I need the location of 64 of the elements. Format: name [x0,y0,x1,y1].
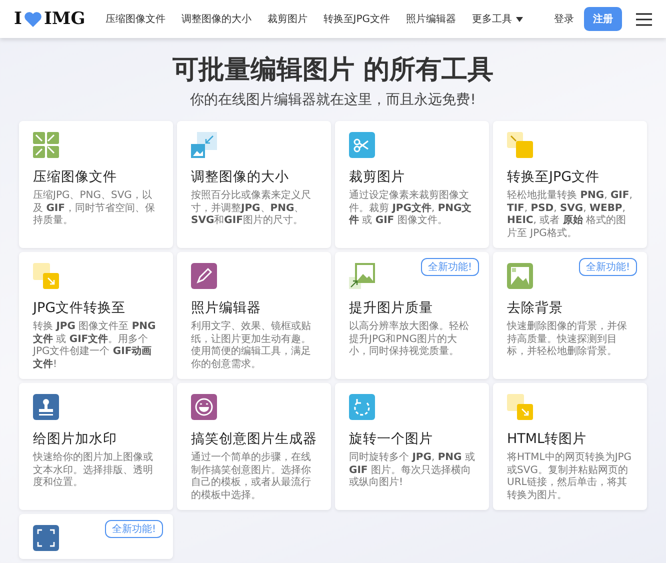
tool-title: 搞笑创意图片生成器 [191,430,317,448]
tool-card[interactable]: JPG文件转换至 转换 JPG 图像文件至 PNG文件 或 GIF文件。用多个JPG文件创建一个 GIF动画文件! [19,252,173,379]
tool-title: 裁剪图片 [349,168,406,186]
nav-link[interactable]: 裁剪图片 [267,12,308,26]
tool-title: 照片编辑器 [191,299,262,317]
tool-card[interactable]: 压缩图像文件 压缩JPG、PNG、SVG，以及 GIF，同时节省空间、保持质量。 [19,121,173,248]
nav-link[interactable]: 照片编辑器 [406,12,456,26]
tool-description: 利用文字、效果、镜框或贴纸，让图片更加生动有趣。使用简便的编辑工具，满足你的创意需求。 [191,321,312,371]
tool-description: 轻松地批量转换 PNG, GIF, TIF, PSD, SVG, WEBP, HEIC, 或者 原始 格式的图片至 JPG格式。 [507,190,633,240]
tool-title: 旋转一个图片 [349,430,434,448]
tool-description: 以高分辨率放大图像。轻松提升JPG和PNG图片的大小，同时保持视觉质量。 [349,321,470,358]
tool-description: 快速给你的图片加上图像或文本水印。选择排版、透明度和位置。 [33,452,154,490]
nav-link[interactable]: 转换至JPG文件 [323,12,390,26]
page-subtitle: 你的在线图片编辑器就在这里，而且永远免费! [190,91,476,109]
heart-icon [24,11,42,27]
tool-description: 快速删除图像的背景，并保持高质量。快速探测到目标，并轻松地删除背景。 [507,321,628,358]
tool-card[interactable]: 旋转一个图片 同时旋转多个 JPG, PNG 或 GIF 图片。每次只选择横向或纵向图片! [335,383,489,510]
new-feature-tag: 全新功能! [104,520,163,538]
new-feature-tag: 全新功能! [578,258,637,276]
login-link[interactable]: 登录 [554,12,574,26]
pencil-icon [191,263,217,289]
tool-card[interactable]: HTML转图片 将HTML中的网页转换为JPG或SVG。复制并粘贴网页的URL链接，然后单击，将其转换为图片。 [493,383,647,510]
tool-card[interactable]: 全新功能! 去除背景 快速删除图像的背景，并保持高质量。快速探测到目标，并轻松地删除背景。 [493,252,647,379]
face-scan-icon [33,525,59,551]
logo[interactable]: I IMG [14,9,86,29]
tool-description: 将HTML中的网页转换为JPG或SVG。复制并粘贴网页的URL链接，然后单击，将其转换为图片。 [507,452,633,502]
smiley-icon [191,394,217,420]
new-feature-tag: 全新功能! [420,258,479,276]
tool-card[interactable]: 裁剪图片 通过设定像素来裁剪图像文件。裁剪 JPG文件, PNG文件 或 GIF 图像文件。 [335,121,489,248]
tool-description: 通过设定像素来裁剪图像文件。裁剪 JPG文件, PNG文件 或 GIF 图像文件。 [349,190,473,228]
tool-title: 压缩图像文件 [33,168,118,186]
stamp-icon [33,394,59,420]
tool-description: 同时旋转多个 JPG, PNG 或 GIF 图片。每次只选择横向或纵向图片! [349,452,475,490]
rotate-icon [349,394,375,420]
image-icon [507,263,533,289]
tool-title: 提升图片质量 [349,299,434,317]
nav-link[interactable]: 调整图像的大小 [181,12,252,26]
page-title: 可批量编辑图片 的所有工具 [172,54,494,87]
convert-icon [33,263,59,289]
nav-link[interactable]: 更多工具 [472,12,523,26]
convert-icon [507,394,533,420]
scissors-icon [349,132,375,158]
tool-description: 按照百分比或像素来定义尺寸，并调整JPG、PNG、SVG和GIF图片的尺寸。 [191,190,312,228]
tool-card[interactable]: 转换至JPG文件 轻松地批量转换 PNG, GIF, TIF, PSD, SVG, WEBP, HEIC, 或者 原始 格式的图片至 JPG格式。 [493,121,647,248]
tool-description: 压缩JPG、PNG、SVG，以及 GIF，同时节省空间、保持质量。 [33,190,156,228]
tool-title: 去除背景 [507,299,564,317]
tool-card[interactable]: 照片编辑器 利用文字、效果、镜框或贴纸，让图片更加生动有趣。使用简便的编辑工具，满足你的创意需求。 [177,252,331,379]
nav-link[interactable]: 压缩图像文件 [105,12,166,26]
tool-title: 转换至JPG文件 [507,168,601,186]
tool-description: 通过一个简单的步骤，在线制作搞笑创意图片。选择你自己的模板，或者从最流行的模板中选择。 [191,452,312,502]
tool-title: 给图片加水印 [33,430,118,448]
tool-title: 调整图像的大小 [191,168,290,186]
tool-card[interactable]: 全新功能! 提升图片质量 以高分辨率放大图像。轻松提升JPG和PNG图片的大小，同时保持视觉质量。 [335,252,489,379]
tool-card[interactable]: 给图片加水印 快速给你的图片加上图像或文本水印。选择排版、透明度和位置。 [19,383,173,510]
menu-icon[interactable] [636,12,652,26]
tool-title: HTML转图片 [507,430,588,448]
convert-icon [507,132,533,158]
compress-icon [33,132,59,158]
tool-card[interactable]: 调整图像的大小 按照百分比或像素来定义尺寸，并调整JPG、PNG、SVG和GIF图片的尺寸。 [177,121,331,248]
tool-card[interactable]: 搞笑创意图片生成器 通过一个简单的步骤，在线制作搞笑创意图片。选择你自己的模板，或者从最流行的模板中选择。 [177,383,331,510]
tool-description: 转换 JPG 图像文件至 PNG文件 或 GIF文件。用多个JPG文件创建一个 GIF动画文件! [33,321,157,371]
image-icon [349,263,375,289]
resize-icon [191,132,217,158]
tool-title: JPG文件转换至 [33,299,127,317]
